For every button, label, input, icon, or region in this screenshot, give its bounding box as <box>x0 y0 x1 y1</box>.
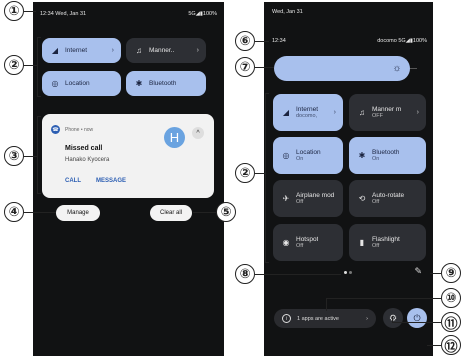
tile-internet[interactable]: ◢ Internet › <box>42 38 121 63</box>
date-label: Wed, Jan 31 <box>272 9 303 15</box>
location-icon: ◎ <box>51 79 59 88</box>
callout-3: ③ <box>4 146 24 166</box>
tile-bluetooth[interactable]: ✱ Bluetooth <box>126 71 206 96</box>
message-button[interactable]: MESSAGE <box>96 178 126 184</box>
callout-9: ⑨ <box>441 263 461 283</box>
left-notification-panel: 12:34 Wed, Jan 31 5G◢▮100% ◢ Internet › … <box>33 2 224 356</box>
power-button[interactable]: ⏻ <box>407 308 427 328</box>
status-icons: docomo 5G◢▮100% <box>377 38 427 44</box>
tile-internet[interactable]: ◢ Internet docomo, › <box>273 94 343 131</box>
leader-line <box>392 316 393 322</box>
bracket <box>37 37 41 97</box>
tile-bluetooth[interactable]: ✱ Bluetooth On <box>349 137 426 174</box>
pencil-edit-icon[interactable]: ✎ <box>414 266 422 277</box>
right-quick-settings-panel: Wed, Jan 31 12:34 docomo 5G◢▮100% ☼ ◢ In… <box>264 2 433 356</box>
callout-7: ⑦ <box>235 57 255 77</box>
chevron-right-icon: › <box>333 109 336 116</box>
tile-location[interactable]: ◎ Location On <box>273 137 343 174</box>
bluetooth-icon: ✱ <box>135 79 143 88</box>
callout-2: ② <box>4 55 24 75</box>
callout-4: ④ <box>4 202 24 222</box>
notification-app-label: Phone • now <box>65 126 94 133</box>
location-icon: ◎ <box>282 151 290 160</box>
leader-line <box>255 173 265 174</box>
bracket <box>37 116 41 194</box>
manage-button[interactable]: Manage <box>56 205 100 221</box>
rotate-icon: ⟲ <box>358 194 366 203</box>
info-icon: i <box>282 314 291 323</box>
brightness-icon: ☼ <box>392 62 402 74</box>
expand-chevron-icon[interactable]: ^ <box>192 127 204 139</box>
bell-icon: ♫ <box>359 108 365 117</box>
leader-line <box>326 298 327 311</box>
callout-8: ⑧ <box>235 264 255 284</box>
tile-flashlight[interactable]: ▮ Flashlight Off <box>349 224 426 261</box>
leader-line <box>326 298 441 299</box>
leader-line <box>24 11 36 12</box>
leader-line <box>392 322 441 323</box>
chevron-right-icon: › <box>196 47 199 54</box>
status-time: 12:34 Wed, Jan 31 <box>40 11 87 17</box>
active-apps-button[interactable]: i 1 apps are active › <box>274 309 376 328</box>
status-icons: 5G◢▮100% <box>188 11 217 17</box>
callout-2-right: ② <box>235 163 255 183</box>
call-button[interactable]: CALL <box>65 178 81 184</box>
brightness-track <box>410 68 417 69</box>
callout-12: ⑫ <box>441 335 461 355</box>
notification-header: ☎ Phone • now <box>51 125 93 134</box>
airplane-icon: ✈ <box>282 194 290 203</box>
page-dot <box>344 271 347 274</box>
callout-10: ⑩ <box>441 288 461 308</box>
tile-manner-mode[interactable]: ♫ Manner m OFF › <box>349 94 426 131</box>
page-dot <box>349 271 352 274</box>
avatar: H <box>164 127 185 148</box>
tile-manner-mode[interactable]: ♫ Manner.. › <box>126 38 206 63</box>
tile-hotspot[interactable]: ◉ Hotspot Off <box>273 224 343 261</box>
leader-line <box>255 274 341 275</box>
tile-airplane-mode[interactable]: ✈ Airplane mod Off <box>273 180 343 217</box>
leader-line <box>193 212 216 213</box>
clear-all-button[interactable]: Clear all <box>150 205 192 221</box>
leader-line <box>427 345 441 346</box>
leader-line <box>430 273 441 274</box>
flashlight-icon: ▮ <box>359 238 365 247</box>
chevron-right-icon: › <box>416 109 419 116</box>
leader-line <box>24 156 37 157</box>
callout-5: ⑤ <box>216 202 236 222</box>
chevron-right-icon: › <box>366 315 368 322</box>
status-bar: 12:34 docomo 5G◢▮100% <box>272 36 427 46</box>
leader-line <box>24 65 37 66</box>
hotspot-icon: ◉ <box>282 238 290 247</box>
notification-title: Missed call <box>65 145 103 152</box>
page-indicator <box>344 271 352 274</box>
caller-name: Hanako Kyocera <box>65 157 110 163</box>
leader-line <box>255 67 274 68</box>
phone-app-icon: ☎ <box>51 125 60 134</box>
settings-gear-button[interactable]: ⚙ <box>383 308 403 328</box>
callout-1: ① <box>4 1 24 21</box>
active-apps-label: 1 apps are active <box>297 315 339 322</box>
bluetooth-icon: ✱ <box>358 151 366 160</box>
status-bar: 12:34 Wed, Jan 31 5G◢▮100% <box>40 9 217 19</box>
leader-line <box>24 212 56 213</box>
signal-icon: ◢ <box>282 108 290 117</box>
tile-location[interactable]: ◎ Location <box>42 71 121 96</box>
signal-icon: ◢ <box>51 46 59 55</box>
bell-icon: ♫ <box>136 46 142 55</box>
callout-6: ⑥ <box>235 31 255 51</box>
status-time: 12:34 <box>272 38 286 44</box>
bracket <box>265 93 269 263</box>
tile-auto-rotate[interactable]: ⟲ Auto-rotate Off <box>349 180 426 217</box>
chevron-right-icon: › <box>111 47 114 54</box>
brightness-slider[interactable]: ☼ <box>274 56 410 81</box>
missed-call-notification[interactable]: ☎ Phone • now H ^ Missed call Hanako Kyo… <box>42 114 214 198</box>
callout-11: ⑪ <box>441 312 461 332</box>
leader-line <box>255 41 269 42</box>
